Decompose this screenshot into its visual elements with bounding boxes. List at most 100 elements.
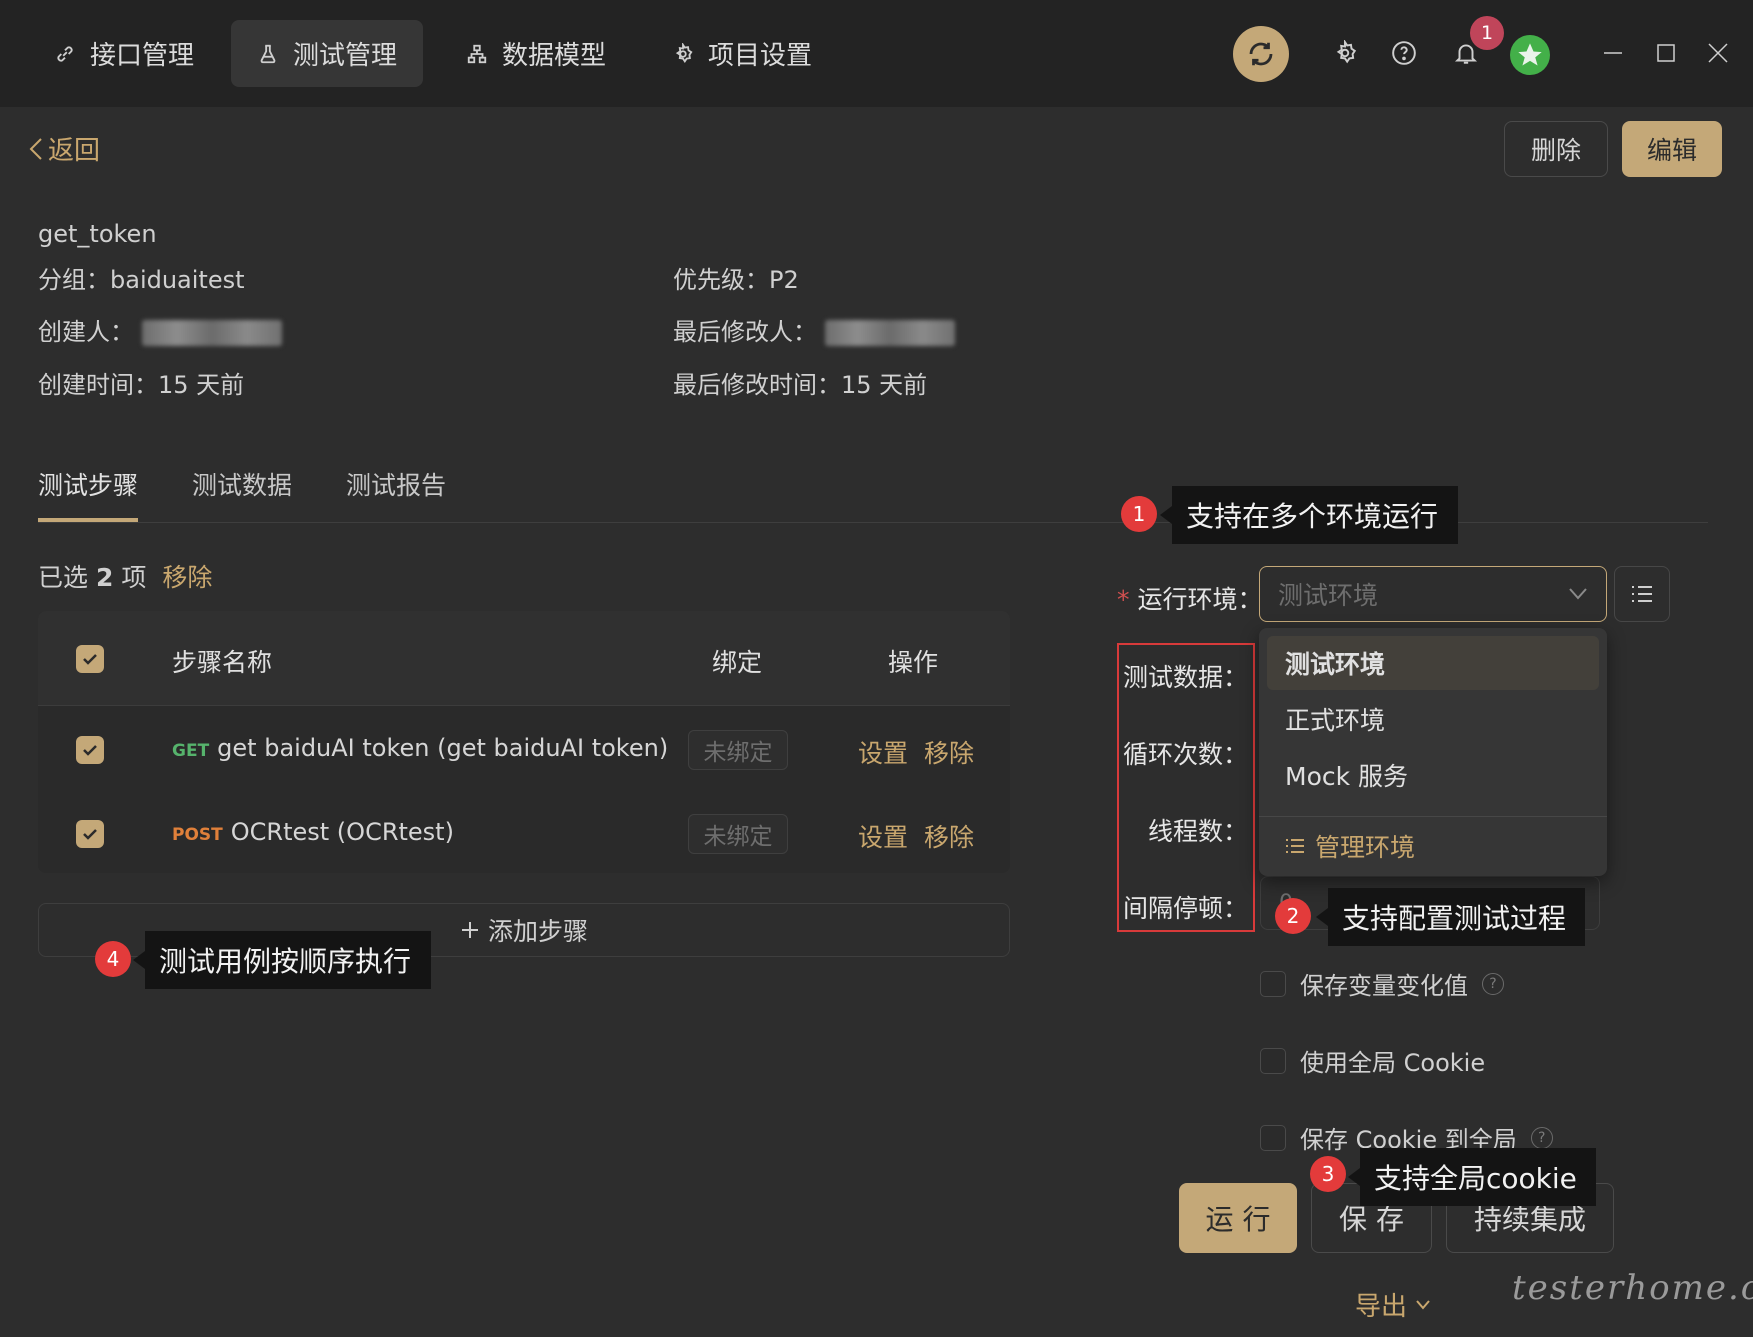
tab-test-data[interactable]: 测试数据 <box>192 466 292 502</box>
env-select-value: 测试环境 <box>1278 581 1379 610</box>
maximize-icon[interactable] <box>1651 38 1681 68</box>
help-icon[interactable] <box>1389 38 1419 68</box>
env-select[interactable]: 测试环境 <box>1259 566 1607 622</box>
remove-link[interactable]: 移除 <box>924 734 974 770</box>
callout-number: 2 <box>1275 898 1311 934</box>
back-link[interactable]: 返回 <box>28 130 100 167</box>
model-icon <box>467 44 487 63</box>
env-option-mock[interactable]: Mock 服务 <box>1267 748 1599 802</box>
save-var-option[interactable]: 保存变量变化值 ? <box>1260 966 1504 1001</box>
watermark: testerhome.com <box>1512 1268 1753 1308</box>
global-cookie-checkbox[interactable] <box>1260 1047 1286 1074</box>
save-cookie-checkbox[interactable] <box>1260 1124 1286 1151</box>
table-row: POST OCRtest (OCRtest) 未绑定 设置 移除 <box>38 792 1010 876</box>
avatar[interactable] <box>1510 35 1550 75</box>
manage-env-label: 管理环境 <box>1315 833 1416 862</box>
row-ops: 设置 移除 <box>858 818 974 854</box>
thread-count-label: 线程数： <box>1147 817 1248 846</box>
row-checkbox[interactable] <box>76 736 104 764</box>
created-time: 创建时间：15 天前 <box>38 371 245 399</box>
back-label: 返回 <box>48 136 101 166</box>
step-name[interactable]: GET get baiduAI token (get baiduAI token) <box>172 734 668 762</box>
env-option-prod[interactable]: 正式环境 <box>1267 692 1599 746</box>
tab-test-steps[interactable]: 测试步骤 <box>38 466 138 502</box>
env-label: * 运行环境： <box>1117 585 1263 614</box>
nav-item-data-model[interactable]: 数据模型 <box>440 20 632 87</box>
env-dropdown: 测试环境 正式环境 Mock 服务 管理环境 <box>1259 628 1607 876</box>
env-list-button[interactable] <box>1614 566 1670 622</box>
check-icon <box>83 745 97 756</box>
sync-icon <box>1249 42 1273 66</box>
case-group: 分组：baiduaitest <box>38 266 245 294</box>
global-cookie-label: 使用全局 Cookie <box>1300 1049 1486 1077</box>
nav-label: 接口管理 <box>90 41 195 71</box>
check-icon <box>83 654 97 665</box>
method-badge-get: GET <box>172 741 210 761</box>
top-navbar: 接口管理 测试管理 数据模型 项目设置 1 <box>0 0 1753 107</box>
selection-count-text: 已选 2 项 <box>38 563 147 592</box>
interval-label: 间隔停顿： <box>1122 894 1248 923</box>
step-title: get baiduAI token (get baiduAI token) <box>217 734 669 762</box>
table-header: 步骤名称 绑定 操作 <box>38 611 1010 706</box>
global-cookie-option[interactable]: 使用全局 Cookie <box>1260 1043 1485 1078</box>
remove-selected-link[interactable]: 移除 <box>162 558 212 594</box>
callout-number: 4 <box>95 941 131 977</box>
save-var-checkbox[interactable] <box>1260 970 1286 997</box>
callout-annotation: 支持在多个环境运行 <box>1160 486 1458 544</box>
callout-annotation: 测试用例按顺序执行 <box>133 931 431 989</box>
active-tab-indicator <box>38 518 138 522</box>
edit-button[interactable]: 编辑 <box>1622 121 1722 177</box>
creator-label: 创建人： <box>38 318 134 346</box>
nav-label: 项目设置 <box>708 41 813 71</box>
table-row: GET get baiduAI token (get baiduAI token)… <box>38 708 1010 792</box>
minimize-icon[interactable] <box>1598 38 1628 68</box>
run-button[interactable]: 运 行 <box>1179 1183 1297 1253</box>
notification-badge: 1 <box>1470 16 1504 50</box>
chevron-down-icon <box>1569 588 1587 600</box>
manage-env-link[interactable]: 管理环境 <box>1285 828 1415 864</box>
add-step-label: 添加步骤 <box>487 917 588 946</box>
plus-icon <box>461 922 478 938</box>
flask-icon <box>260 44 276 63</box>
dropdown-divider <box>1259 816 1607 817</box>
step-title: OCRtest (OCRtest) <box>230 818 454 846</box>
nav-item-api-management[interactable]: 接口管理 <box>28 20 220 87</box>
case-name: get_token <box>38 220 157 248</box>
export-dropdown[interactable]: 导出 <box>1355 1286 1431 1323</box>
close-icon[interactable] <box>1703 38 1733 68</box>
list-icon <box>1286 839 1304 853</box>
tab-test-report[interactable]: 测试报告 <box>346 466 446 502</box>
creator-field: 创建人： <box>38 312 282 347</box>
callout-number: 3 <box>1310 1156 1346 1192</box>
col-bind: 绑定 <box>712 648 763 677</box>
question-icon[interactable]: ? <box>1482 972 1504 995</box>
bind-status[interactable]: 未绑定 <box>688 814 788 854</box>
nav-item-project-settings[interactable]: 项目设置 <box>646 20 838 87</box>
col-step-name: 步骤名称 <box>172 648 273 677</box>
link-icon <box>57 45 73 62</box>
callout-number: 1 <box>1121 496 1157 532</box>
save-var-label: 保存变量变化值 <box>1300 972 1468 1000</box>
env-option-test[interactable]: 测试环境 <box>1267 636 1599 690</box>
set-link[interactable]: 设置 <box>858 818 908 854</box>
question-icon[interactable]: ? <box>1530 1126 1553 1149</box>
step-name[interactable]: POST OCRtest (OCRtest) <box>172 818 454 846</box>
list-icon <box>1632 586 1652 602</box>
settings-icon[interactable] <box>1330 38 1360 68</box>
redacted-modifier <box>824 320 955 346</box>
select-all-checkbox[interactable] <box>76 645 104 673</box>
nav-item-test-management[interactable]: 测试管理 <box>231 20 424 87</box>
selection-bar: 已选 2 项 移除 <box>38 558 212 594</box>
delete-button[interactable]: 删除 <box>1504 121 1608 177</box>
row-ops: 设置 移除 <box>858 734 974 770</box>
row-checkbox[interactable] <box>76 820 104 848</box>
loop-count-label: 循环次数： <box>1122 740 1248 769</box>
modified-time: 最后修改时间：15 天前 <box>673 371 928 399</box>
callout-annotation: 支持全局cookie <box>1348 1148 1596 1206</box>
sync-button[interactable] <box>1233 26 1289 82</box>
bind-status[interactable]: 未绑定 <box>688 730 788 770</box>
remove-link[interactable]: 移除 <box>924 818 974 854</box>
set-link[interactable]: 设置 <box>858 734 908 770</box>
col-ops: 操作 <box>888 648 939 677</box>
method-badge-post: POST <box>172 825 223 845</box>
